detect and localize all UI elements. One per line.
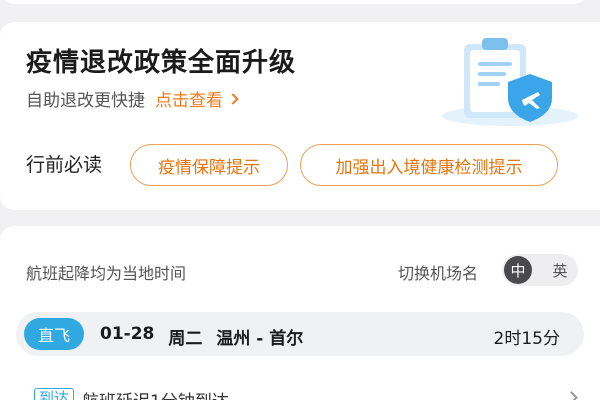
chevron-right-icon	[227, 92, 239, 105]
policy-subtitle-row: 自助退改更快捷 点击查看	[26, 86, 239, 111]
switch-airport-name-label: 切换机场名	[398, 264, 479, 283]
flight-status-text: 航班延迟1分钟到达	[82, 387, 229, 400]
flight-status-row[interactable]: 到达 航班延迟1分钟到达	[34, 384, 580, 400]
policy-title: 疫情退改政策全面升级	[26, 48, 297, 78]
flight-duration: 2时15分	[493, 329, 560, 349]
policy-view-link-label: 点击查看	[155, 91, 223, 111]
direct-flight-badge: 直飞	[24, 318, 84, 350]
lang-option-english[interactable]: 英	[546, 256, 574, 284]
local-time-note: 航班起降均为当地时间	[26, 264, 187, 283]
flight-date: 01-28	[100, 324, 155, 344]
border-health-check-tip-button[interactable]: 加强出入境健康检测提示	[300, 144, 558, 186]
chevron-right-icon	[565, 391, 578, 400]
top-card	[0, 0, 588, 4]
arrival-status-badge: 到达	[34, 388, 75, 400]
policy-view-link[interactable]: 点击查看	[155, 86, 239, 111]
route-info: 01-28 周二 温州 - 首尔	[100, 324, 303, 349]
clipboard-plane-shield-icon	[442, 38, 578, 126]
airport-language-toggle[interactable]: 中 英	[502, 254, 578, 286]
flight-route-bar: 直飞 01-28 周二 温州 - 首尔 2时15分	[16, 312, 584, 356]
epidemic-protection-tip-button[interactable]: 疫情保障提示	[130, 144, 288, 186]
flight-weekday: 周二	[168, 329, 203, 349]
pre-travel-notice-label: 行前必读	[26, 154, 103, 176]
policy-subtitle: 自助退改更快捷	[26, 91, 145, 111]
lang-option-chinese[interactable]: 中	[504, 256, 532, 284]
flight-route: 温州 - 首尔	[216, 329, 304, 349]
